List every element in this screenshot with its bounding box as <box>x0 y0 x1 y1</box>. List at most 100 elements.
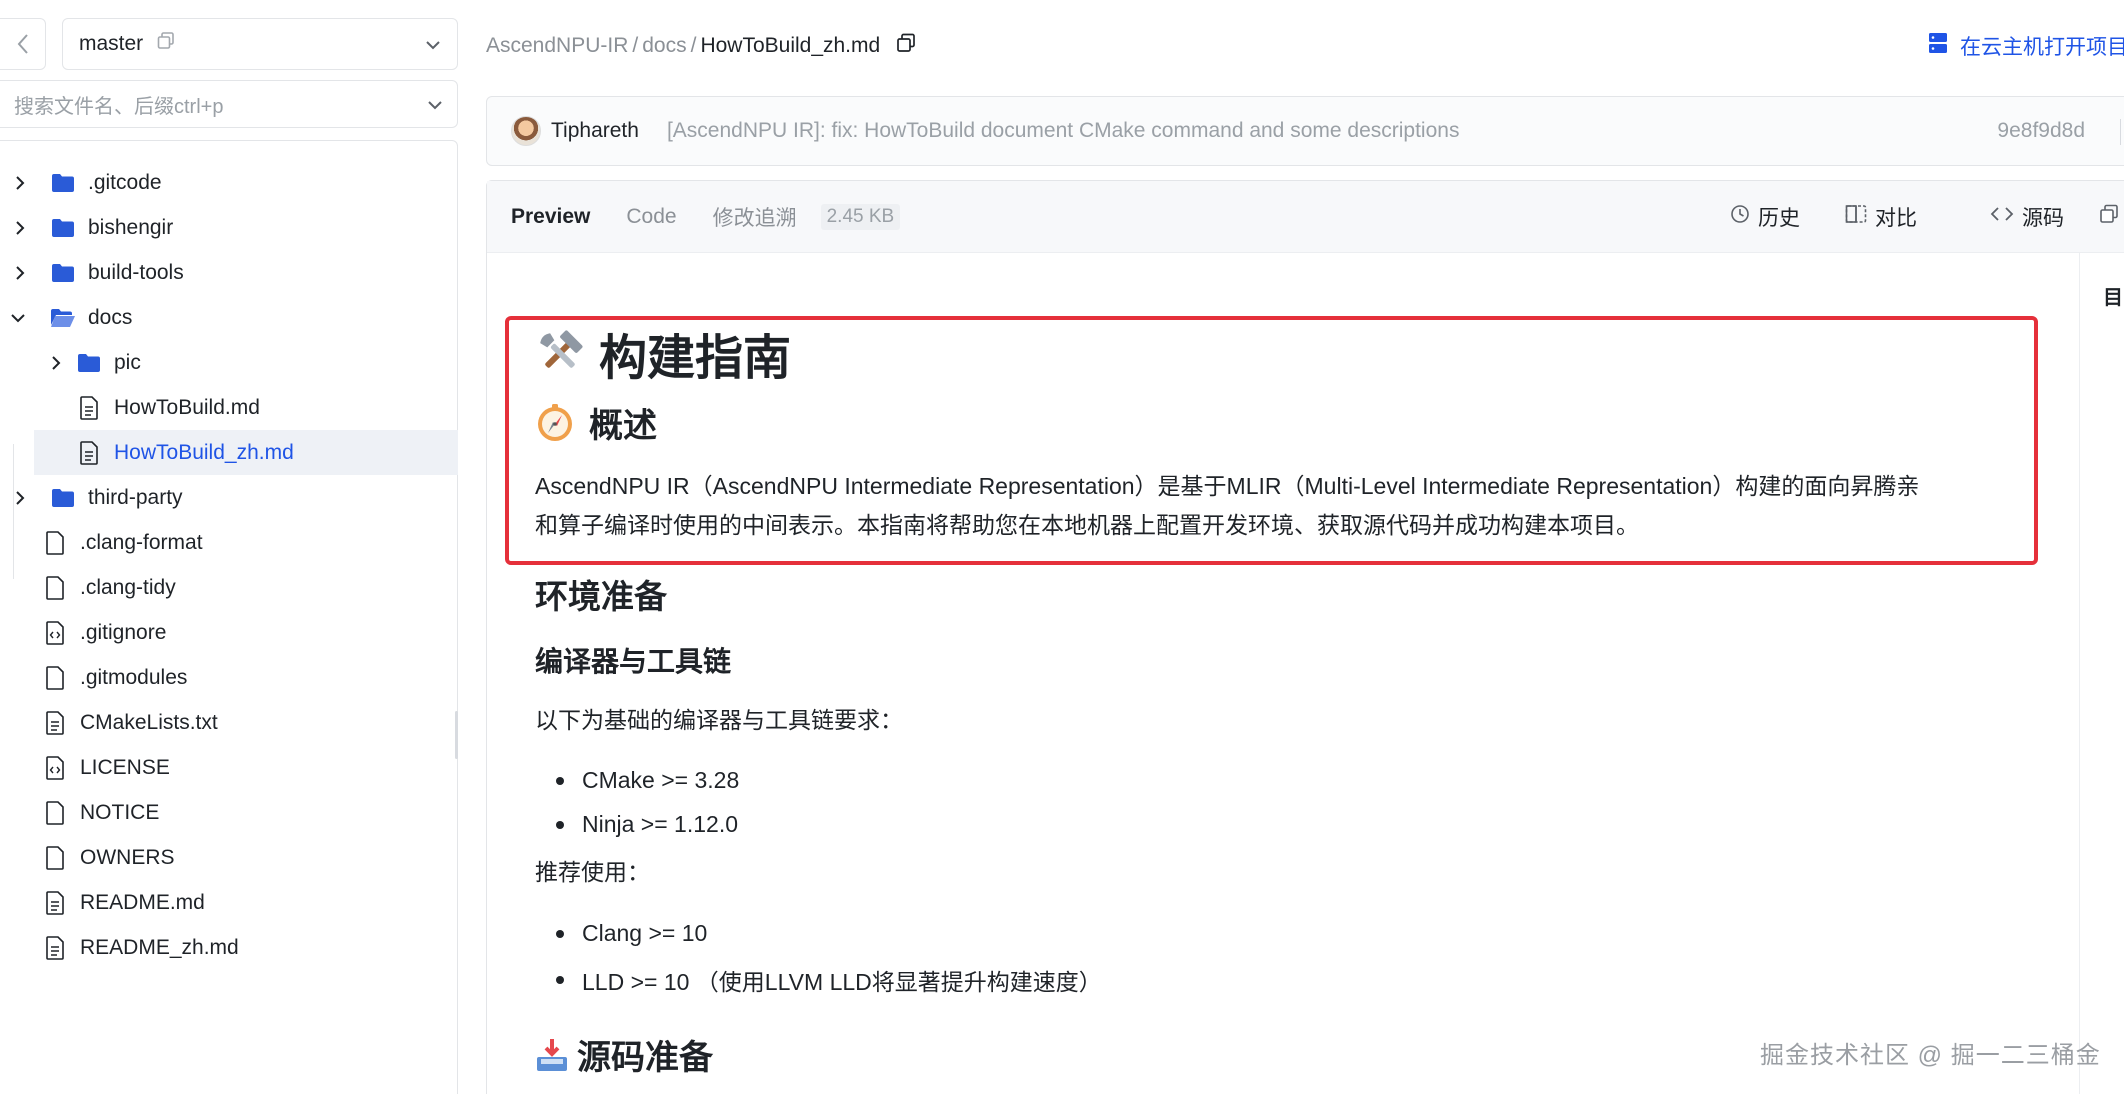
cloud-host-icon <box>1928 32 1948 60</box>
file-size-badge: 2.45 KB <box>820 203 901 230</box>
watermark: 掘金技术社区 @ 掘一二三桶金 <box>1760 1042 2101 1069</box>
view-source-button[interactable]: 源码 <box>1990 203 2064 231</box>
tree-item-folder-expanded[interactable]: docs <box>0 295 458 340</box>
tree-item-label: LICENSE <box>80 755 170 779</box>
branch-select[interactable]: master <box>62 18 458 70</box>
markdown-file-icon <box>42 890 68 915</box>
tab-code[interactable]: Code <box>626 205 676 229</box>
compass-icon <box>535 403 575 443</box>
chevron-right-icon[interactable] <box>46 353 66 373</box>
breadcrumb-folder-link[interactable]: docs <box>642 34 686 58</box>
tree-item-file[interactable]: OWNERS <box>0 835 458 880</box>
tree-item-label: .clang-tidy <box>80 575 176 599</box>
doc-title-text: 构建指南 <box>599 332 792 385</box>
tree-item-file[interactable]: .clang-tidy <box>0 565 458 610</box>
bullet <box>556 820 564 829</box>
file-icon <box>42 845 68 870</box>
file-sidebar: master 搜索文件名、后缀ctrl+p .gitcode bishengir <box>0 0 470 1094</box>
tree-item-label: CMakeLists.txt <box>80 710 218 734</box>
tree-item-label: third-party <box>88 485 183 509</box>
tree-item-file[interactable]: README.md <box>0 880 458 925</box>
tree-item-label: NOTICE <box>80 800 160 824</box>
tree-item-file[interactable]: .gitignore <box>0 610 458 655</box>
tree-item-label: bishengir <box>88 215 174 239</box>
chevron-down-icon <box>425 32 441 56</box>
tree-item-file[interactable]: README_zh.md <box>0 925 458 970</box>
overview-paragraph-line: AscendNPU IR（AscendNPU Intermediate Repr… <box>535 473 1920 499</box>
code-file-icon <box>42 620 68 645</box>
divider <box>2120 119 2121 145</box>
history-button[interactable]: 历史 <box>1730 203 1800 231</box>
breadcrumb-separator: / <box>690 34 697 57</box>
tree-item-label: HowToBuild.md <box>114 395 260 419</box>
tree-item-folder[interactable]: third-party <box>0 475 458 520</box>
subsection-heading-toolchain: 编译器与工具链 <box>535 646 732 677</box>
copy-content-button[interactable] <box>2099 203 2124 231</box>
folder-icon <box>50 486 76 510</box>
tree-item-file[interactable]: .clang-format <box>0 520 458 565</box>
tree-item-label: HowToBuild_zh.md <box>114 440 294 464</box>
list-item: CMake >= 3.28 <box>556 767 739 794</box>
chevron-right-icon[interactable] <box>10 488 30 508</box>
open-in-cloud-host-button[interactable]: 在云主机打开项目 <box>1928 30 2124 62</box>
tree-item-label: pic <box>114 350 141 374</box>
tree-item-folder[interactable]: pic <box>0 340 458 385</box>
breadcrumb-repo-link[interactable]: AscendNPU-IR <box>486 34 628 58</box>
section-heading-overview-text: 概述 <box>589 407 657 445</box>
folder-icon <box>50 216 76 240</box>
history-label: 历史 <box>1758 207 1800 230</box>
breadcrumb-separator: / <box>632 34 639 57</box>
copy-icon <box>2099 204 2119 230</box>
file-icon <box>42 665 68 690</box>
section-heading-source-text: 源码准备 <box>577 1039 713 1077</box>
chevron-right-icon[interactable] <box>10 263 30 283</box>
tree-item-folder[interactable]: bishengir <box>0 205 458 250</box>
list-item: LLD >= 10 （使用LLVM LLD将显著提升构建速度） <box>556 963 1102 997</box>
markdown-file-icon <box>76 395 102 420</box>
toc-toggle[interactable]: 目 <box>2103 281 2123 310</box>
chevron-left-icon <box>17 34 28 54</box>
list-item-text: Ninja >= 1.12.0 <box>582 811 739 837</box>
list-item-text: CMake >= 3.28 <box>582 767 740 793</box>
tree-item-file[interactable]: CMakeLists.txt <box>0 700 458 745</box>
avatar[interactable] <box>511 116 541 146</box>
toc-divider <box>2079 253 2080 1094</box>
chevron-right-icon[interactable] <box>10 173 30 193</box>
compare-button[interactable]: 对比 <box>1845 203 1917 231</box>
tree-item-file[interactable]: NOTICE <box>0 790 458 835</box>
tab-blame[interactable]: 修改追溯 <box>713 202 797 232</box>
tree-item-label: .clang-format <box>80 530 203 554</box>
tree-item-label: .gitcode <box>88 170 162 194</box>
file-icon <box>42 800 68 825</box>
file-search-input[interactable]: 搜索文件名、后缀ctrl+p <box>0 80 458 128</box>
folder-icon <box>76 351 102 375</box>
tree-item-file[interactable]: LICENSE <box>0 745 458 790</box>
section-heading-environment: 环境准备 <box>535 578 667 615</box>
chevron-right-icon[interactable] <box>10 218 30 238</box>
code-file-icon <box>42 755 68 780</box>
tree-item-file[interactable]: HowToBuild.md <box>0 385 458 430</box>
chevron-down-icon <box>427 93 443 116</box>
code-brackets-icon <box>1990 205 2014 229</box>
tree-item-file-active[interactable]: HowToBuild_zh.md <box>34 430 458 475</box>
collapse-sidebar-button[interactable] <box>0 18 46 70</box>
commit-author[interactable]: Tiphareth <box>551 119 639 143</box>
section-heading-overview: 概述 <box>535 398 657 447</box>
section-heading-source: 源码准备 <box>535 1030 713 1079</box>
tree-item-file[interactable]: .gitmodules <box>0 655 458 700</box>
tree-item-folder[interactable]: .gitcode <box>0 160 458 205</box>
tree-item-folder[interactable]: build-tools <box>0 250 458 295</box>
copy-path-icon[interactable] <box>896 33 916 59</box>
bullet <box>556 929 564 938</box>
tree-scrollbar[interactable] <box>455 711 458 759</box>
doc-title: 构建指南 <box>535 318 791 388</box>
list-item: Clang >= 10 <box>556 920 707 947</box>
commit-message[interactable]: [AscendNPU IR]: fix: HowToBuild document… <box>667 119 1460 143</box>
tab-preview[interactable]: Preview <box>511 205 590 229</box>
latest-commit-bar: Tiphareth [AscendNPU IR]: fix: HowToBuil… <box>486 96 2124 166</box>
breadcrumb-current-file: HowToBuild_zh.md <box>700 34 881 57</box>
copy-icon[interactable] <box>157 32 175 56</box>
chevron-down-icon[interactable] <box>8 308 28 328</box>
commit-hash[interactable]: 9e8f9d8d <box>1997 119 2085 143</box>
breadcrumb: AscendNPU-IR / docs / HowToBuild_zh.md <box>486 30 916 62</box>
